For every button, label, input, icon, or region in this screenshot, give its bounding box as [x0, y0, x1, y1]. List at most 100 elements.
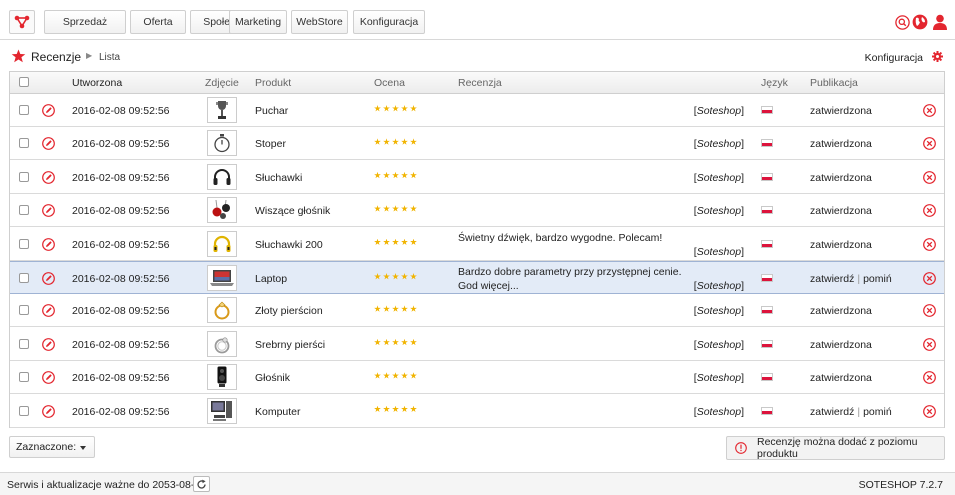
edit-icon[interactable]	[42, 304, 55, 320]
row-checkbox[interactable]	[19, 405, 29, 416]
review-source: [Soteshop]	[693, 405, 744, 418]
skip-link[interactable]: pomiń	[863, 273, 892, 285]
product-thumbnail[interactable]	[207, 163, 237, 190]
approve-link[interactable]: zatwierdź	[810, 406, 854, 418]
config-link[interactable]: Konfiguracja	[865, 52, 923, 64]
edit-icon[interactable]	[42, 337, 55, 354]
publication-actions: zatwierdź | pomiń	[810, 273, 892, 285]
skip-link[interactable]: pomiń	[863, 406, 892, 418]
edit-icon[interactable]	[42, 204, 55, 220]
row-checkbox[interactable]	[19, 105, 29, 115]
row-checkbox[interactable]	[19, 338, 29, 349]
table-row[interactable]: 2016-02-08 09:52:56 Wiszące głośnik [Sot…	[10, 194, 944, 228]
nav-konfiguracja[interactable]: Konfiguracja	[353, 10, 425, 34]
product-name[interactable]: Puchar	[255, 105, 288, 117]
product-name[interactable]: Złoty pierścion	[255, 305, 323, 317]
rating-star-icon	[392, 138, 399, 145]
row-checkbox[interactable]	[19, 273, 29, 283]
polish-flag-icon	[761, 172, 773, 181]
edit-icon[interactable]	[42, 404, 55, 421]
product-thumbnail[interactable]	[207, 297, 237, 324]
rating-stars	[374, 105, 417, 112]
gear-icon[interactable]	[932, 51, 943, 62]
col-rating[interactable]: Ocena	[374, 77, 405, 89]
table-row[interactable]: 2016-02-08 09:52:56 Srebrny pierści [Sot…	[10, 327, 944, 361]
refresh-button[interactable]	[193, 476, 210, 492]
selected-actions-dropdown[interactable]: Zaznaczone:	[9, 436, 95, 458]
polish-flag-icon	[761, 373, 773, 382]
nav-oferta[interactable]: Oferta	[130, 10, 186, 34]
delete-icon[interactable]	[923, 371, 936, 387]
col-publication[interactable]: Publikacja	[810, 77, 858, 89]
delete-icon[interactable]	[923, 272, 936, 288]
product-name[interactable]: Wiszące głośnik	[255, 205, 330, 217]
product-thumbnail[interactable]	[207, 330, 237, 357]
globe-icon[interactable]	[912, 14, 928, 30]
edit-icon[interactable]	[42, 371, 55, 387]
user-icon[interactable]	[932, 14, 948, 30]
product-name[interactable]: Stoper	[255, 138, 286, 150]
nav-marketing[interactable]: Marketing	[229, 10, 287, 34]
edit-icon[interactable]	[42, 170, 55, 187]
product-name[interactable]: Słuchawki 200	[255, 239, 323, 251]
delete-icon[interactable]	[923, 170, 936, 187]
product-thumbnail[interactable]	[207, 230, 237, 257]
table-row[interactable]: 2016-02-08 09:52:56 Głośnik [Soteshop] z…	[10, 361, 944, 395]
delete-icon[interactable]	[923, 304, 936, 320]
nav-webstore[interactable]: WebStore	[291, 10, 348, 34]
publication-status: zatwierdzona	[810, 338, 872, 351]
search-icon[interactable]	[894, 14, 910, 30]
table-row[interactable]: 2016-02-08 09:52:56 Słuchawki [Soteshop]…	[10, 160, 944, 194]
delete-icon[interactable]	[923, 104, 936, 120]
product-thumbnail[interactable]	[207, 364, 237, 391]
rating-stars	[374, 171, 417, 179]
col-created[interactable]: Utworzona	[72, 77, 122, 89]
product-thumbnail[interactable]	[207, 97, 237, 123]
nav-sprzedaz[interactable]: Sprzedaż	[44, 10, 126, 34]
col-product[interactable]: Produkt	[255, 77, 291, 89]
row-checkbox[interactable]	[19, 305, 29, 316]
delete-icon[interactable]	[923, 237, 936, 254]
product-name[interactable]: Głośnik	[255, 372, 290, 384]
edit-icon[interactable]	[42, 104, 55, 120]
table-row[interactable]: 2016-02-08 09:52:56 Stoper [Soteshop] za…	[10, 127, 944, 161]
polish-flag-icon	[761, 139, 773, 148]
product-thumbnail[interactable]	[207, 265, 237, 291]
select-all-checkbox[interactable]	[19, 77, 29, 87]
edit-icon[interactable]	[42, 272, 55, 288]
product-thumbnail[interactable]	[207, 197, 237, 224]
approve-link[interactable]: zatwierdź	[810, 273, 854, 285]
table-row[interactable]: 2016-02-08 09:52:56 Laptop Bardzo dobre …	[10, 261, 944, 294]
product-name[interactable]: Komputer	[255, 406, 301, 418]
row-checkbox[interactable]	[19, 171, 29, 182]
breadcrumb-reviews[interactable]: Recenzje	[31, 50, 81, 64]
row-checkbox[interactable]	[19, 205, 29, 216]
product-thumbnail[interactable]	[207, 130, 237, 157]
breadcrumb: Recenzje ▶ Lista Konfiguracja	[0, 41, 955, 71]
source-name: Soteshop	[696, 280, 742, 292]
table-row[interactable]: 2016-02-08 09:52:56 Puchar [Soteshop] za…	[10, 94, 944, 127]
product-name[interactable]: Laptop	[255, 273, 287, 285]
product-thumbnail[interactable]	[207, 397, 237, 424]
edit-icon[interactable]	[42, 137, 55, 153]
table-row[interactable]: 2016-02-08 09:52:56 Złoty pierścion [Sot…	[10, 294, 944, 328]
row-checkbox[interactable]	[19, 372, 29, 383]
product-name[interactable]: Srebrny pierści	[255, 339, 325, 351]
delete-icon[interactable]	[923, 204, 936, 220]
publication-status: zatwierdzona	[810, 238, 872, 251]
row-checkbox[interactable]	[19, 138, 29, 149]
notice-text: Recenzję można dodać z poziomu produktu	[757, 436, 918, 460]
delete-icon[interactable]	[923, 404, 936, 421]
col-language: Język	[761, 77, 788, 89]
product-name[interactable]: Słuchawki	[255, 172, 302, 184]
logo-button[interactable]	[9, 10, 35, 34]
table-row[interactable]: 2016-02-08 09:52:56 Komputer [Soteshop] …	[10, 394, 944, 428]
row-checkbox[interactable]	[19, 238, 29, 249]
table-row[interactable]: 2016-02-08 09:52:56 Słuchawki 200 Świetn…	[10, 227, 944, 261]
review-text: Bardzo dobre parametry przy przystępnej …	[458, 266, 682, 292]
delete-icon[interactable]	[923, 337, 936, 354]
edit-icon[interactable]	[42, 237, 55, 254]
delete-icon[interactable]	[923, 137, 936, 153]
created-date: 2016-02-08 09:52:56	[72, 138, 170, 151]
soteshop-logo-icon	[14, 15, 30, 29]
